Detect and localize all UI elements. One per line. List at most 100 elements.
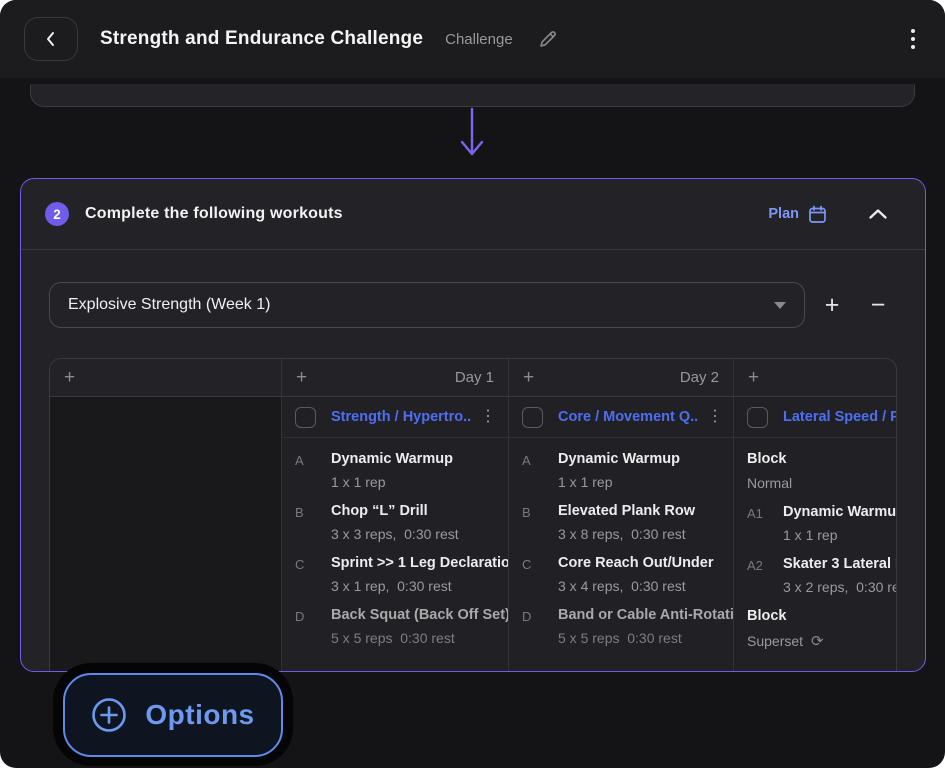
add-workout-icon[interactable]: + [748,367,759,389]
workout-card: Strength / Hypertro... ⋮ ADynamic Warmup 1 … [282,397,509,672]
plus-circle-icon [91,697,127,733]
workout-checkbox[interactable] [522,407,543,428]
exercise-letter: C [522,555,558,594]
workout-checkbox[interactable] [295,407,316,428]
grid-header: ++Day 1+Day 2+ [50,359,896,397]
exercise-name: Band or Cable Anti-Rotati... [558,607,734,623]
topbar: Strength and Endurance Challenge Challen… [0,0,945,78]
exercise-letter: D [295,607,331,646]
exercise-detail: 3 x 1 rep, 0:30 rest [331,578,509,594]
workout-title-link[interactable]: Core / Movement Q... [558,409,699,425]
exercise-row[interactable]: ADynamic Warmup 1 x 1 rep [282,438,509,490]
grid-header-cell: + [734,359,897,396]
exercise-name: Chop “L” Drill [331,503,459,519]
grid-header-cell: + [50,359,282,396]
exercise-detail: 1 x 1 rep [331,474,453,490]
plan-label: Plan [768,206,799,222]
workout-card: Core / Movement Q... ⋮ ADynamic Warmup 1 x … [509,397,734,672]
plan-button[interactable]: Plan [768,205,827,224]
exercise-info: Dynamic Warmup 1 x 1 rep [331,451,453,490]
exercise-name: Core Reach Out/Under [558,555,714,571]
step-number-badge: 2 [45,202,69,226]
exercise-letter: B [295,503,331,542]
calendar-icon [808,205,827,224]
exercise-detail: 5 x 5 reps 0:30 rest [558,630,734,646]
exercise-name: Sprint >> 1 Leg Declarations [331,555,509,571]
exercise-info: Dynamic Warmup 1 x 1 rep [558,451,680,490]
page-title: Strength and Endurance Challenge [100,28,423,50]
flow-down-arrow [457,106,487,162]
exercise-row[interactable]: A2Skater 3 Lateral Ho3 x 2 reps, 0:30 re [734,543,897,595]
exercise-letter: A [522,451,558,490]
exercise-info: Skater 3 Lateral Ho3 x 2 reps, 0:30 re [783,556,897,595]
exercise-detail: 3 x 4 reps, 0:30 rest [558,578,714,594]
exercise-name: Dynamic Warmup [783,504,897,520]
exercise-info: Band or Cable Anti-Rotati... 5 x 5 reps 0… [558,607,734,646]
exercise-info: Sprint >> 1 Leg Declarations 3 x 1 rep, 0… [331,555,509,594]
workout-card-header: Lateral Speed / Ply⋮ [734,397,897,438]
step-card-header: 2 Complete the following workouts Plan [21,179,925,250]
grid-column: Strength / Hypertro... ⋮ ADynamic Warmup 1 … [282,397,509,672]
workout-card: Lateral Speed / Ply⋮BlockNormalA1Dynamic… [734,397,897,672]
block-subtitle-label: Superset [747,633,803,649]
exercise-info: Chop “L” Drill3 x 3 reps, 0:30 rest [331,503,459,542]
day-label: Day 2 [680,369,719,386]
exercise-row[interactable]: BElevated Plank Row3 x 8 reps, 0:30 rest [509,490,734,542]
exercise-row[interactable]: A1Dynamic Warmup 1 x 1 rep [734,491,897,543]
week-selector-value: Explosive Strength (Week 1) [68,296,270,314]
add-workout-icon[interactable]: + [64,367,75,389]
back-button[interactable] [24,17,78,61]
block-subtitle: Normal [747,475,897,491]
exercise-row[interactable]: DBack Squat (Back Off Set)5 x 5 reps 0:3… [282,594,509,646]
block-title: Block [747,608,897,624]
step-card-body: Explosive Strength (Week 1) + − ++Day 1+… [21,250,925,672]
exercise-detail: 1 x 1 rep [558,474,680,490]
options-button[interactable]: Options [63,673,283,757]
edit-pencil-icon[interactable] [537,28,559,50]
add-workout-icon[interactable]: + [523,367,534,389]
workout-menu-icon[interactable]: ⋮ [480,409,496,425]
remove-week-button[interactable]: − [859,293,897,318]
exercise-name: Dynamic Warmup [558,451,680,467]
add-week-button[interactable]: + [813,293,851,318]
exercise-name: Elevated Plank Row [558,503,695,519]
app-window: Strength and Endurance Challenge Challen… [0,0,945,768]
dropdown-caret-icon [774,302,786,309]
options-label: Options [145,699,254,731]
previous-step-card[interactable] [30,84,915,107]
exercise-row[interactable]: BChop “L” Drill3 x 3 reps, 0:30 rest [282,490,509,542]
chevron-left-icon [43,31,59,47]
grid-header-cell: + Day 2 [509,359,734,396]
exercise-letter: A1 [747,504,783,543]
exercise-row[interactable]: ADynamic Warmup 1 x 1 rep [509,438,734,490]
grid-header-cell: +Day 1 [282,359,509,396]
collapse-chevron-icon[interactable] [869,209,887,219]
workout-card-header: Strength / Hypertro... ⋮ [282,397,509,438]
exercise-name: Dynamic Warmup [331,451,453,467]
block-subtitle-label: Normal [747,475,792,491]
exercise-row[interactable]: CCore Reach Out/Under 3 x 4 reps, 0:30 re… [509,542,734,594]
challenge-type-label: Challenge [445,31,513,48]
grid-column: Lateral Speed / Ply⋮BlockNormalA1Dynamic… [734,397,897,672]
exercise-detail: 5 x 5 reps 0:30 rest [331,630,509,646]
workout-title-link[interactable]: Strength / Hypertro... [331,409,472,425]
workout-menu-icon[interactable]: ⋮ [707,409,723,425]
step-title: Complete the following workouts [85,205,343,223]
exercise-name: Skater 3 Lateral Ho [783,556,897,572]
workout-grid: ++Day 1+Day 2+ Strength / Hypertro...⋮AD… [49,358,897,672]
exercise-letter: A [295,451,331,490]
exercise-row[interactable]: CSprint >> 1 Leg Declarations3 x 1 rep, … [282,542,509,594]
exercise-letter: A2 [747,556,783,595]
exercise-info: Core Reach Out/Under 3 x 4 reps, 0:30 res… [558,555,714,594]
workout-title-link[interactable]: Lateral Speed / Ply [783,409,897,425]
week-selector[interactable]: Explosive Strength (Week 1) [49,282,805,328]
workout-checkbox[interactable] [747,407,768,428]
grid-column [50,397,282,672]
week-selector-row: Explosive Strength (Week 1) + − [49,282,897,328]
overflow-menu-icon[interactable] [905,23,921,55]
exercise-row[interactable]: DBand or Cable Anti-Rotati... 5 x 5 reps … [509,594,734,646]
workout-card-header: Core / Movement Q... ⋮ [509,397,734,438]
exercise-letter: D [522,607,558,646]
add-workout-icon[interactable]: + [296,367,307,389]
exercise-detail: 1 x 1 rep [783,527,897,543]
